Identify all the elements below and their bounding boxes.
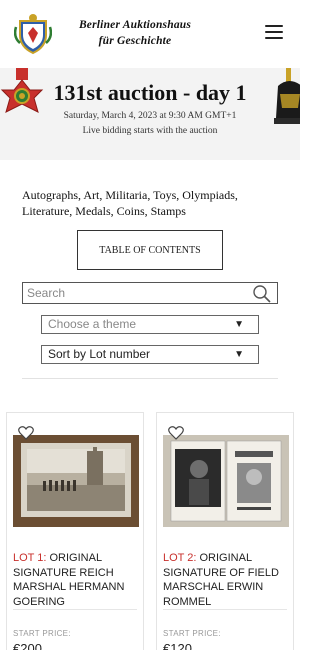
start-price-value: €120 xyxy=(163,641,192,650)
chevron-down-icon: ▼ xyxy=(234,319,244,330)
lot-number: LOT 2: xyxy=(163,552,197,564)
search-input[interactable] xyxy=(27,285,247,301)
start-price-value: €200 xyxy=(13,641,42,650)
heart-icon[interactable] xyxy=(18,425,34,440)
auction-banner: 131st auction - day 1 Saturday, March 4,… xyxy=(0,68,300,160)
lot-title[interactable]: LOT 2: ORIGINAL SIGNATURE OF FIELD MARSC… xyxy=(163,551,291,609)
section-divider xyxy=(22,378,278,379)
card-divider xyxy=(163,609,287,610)
lot-image[interactable] xyxy=(163,435,289,527)
logo-line-1: Berliner Auktionshaus xyxy=(78,19,192,31)
search-box xyxy=(22,282,278,304)
site-header: Berliner Auktionshaus für Geschichte xyxy=(0,0,300,68)
category-list: Autographs, Art, Militaria, Toys, Olympi… xyxy=(22,188,238,218)
lot-card[interactable]: LOT 1: ORIGINAL SIGNATURE REICH MARSHAL … xyxy=(6,412,144,650)
sort-select-value: Sort by Lot number xyxy=(48,347,151,361)
search-icon[interactable] xyxy=(252,284,272,304)
lot-card[interactable]: LOT 2: ORIGINAL SIGNATURE OF FIELD MARSC… xyxy=(156,412,294,650)
theme-select[interactable]: Choose a theme ▼ xyxy=(41,315,259,334)
chevron-down-icon: ▼ xyxy=(234,349,244,360)
lot-image[interactable] xyxy=(13,435,139,527)
auction-date: Saturday, March 4, 2023 at 9:30 AM GMT+1 xyxy=(63,111,237,121)
theme-select-value: Choose a theme xyxy=(48,317,137,331)
logo-wordmark[interactable]: Berliner Auktionshaus für Geschichte xyxy=(60,17,210,49)
table-of-contents-button[interactable]: TABLE OF CONTENTS xyxy=(77,230,223,270)
lot-number: LOT 1: xyxy=(13,552,47,564)
auction-title: 131st auction - day 1 xyxy=(53,80,247,105)
live-bidding-note: Live bidding starts with the auction xyxy=(82,126,218,136)
card-divider xyxy=(13,609,137,610)
logo-line-2: für Geschichte xyxy=(98,35,172,47)
helmet-image xyxy=(274,68,300,124)
sort-select[interactable]: Sort by Lot number ▼ xyxy=(41,345,259,364)
crest-logo-icon[interactable] xyxy=(14,13,52,55)
lot-title[interactable]: LOT 1: ORIGINAL SIGNATURE REICH MARSHAL … xyxy=(13,551,141,609)
hamburger-menu-icon[interactable] xyxy=(265,25,283,41)
start-price-label: START PRICE: xyxy=(163,629,221,638)
heart-icon[interactable] xyxy=(168,425,184,440)
start-price-label: START PRICE: xyxy=(13,629,71,638)
